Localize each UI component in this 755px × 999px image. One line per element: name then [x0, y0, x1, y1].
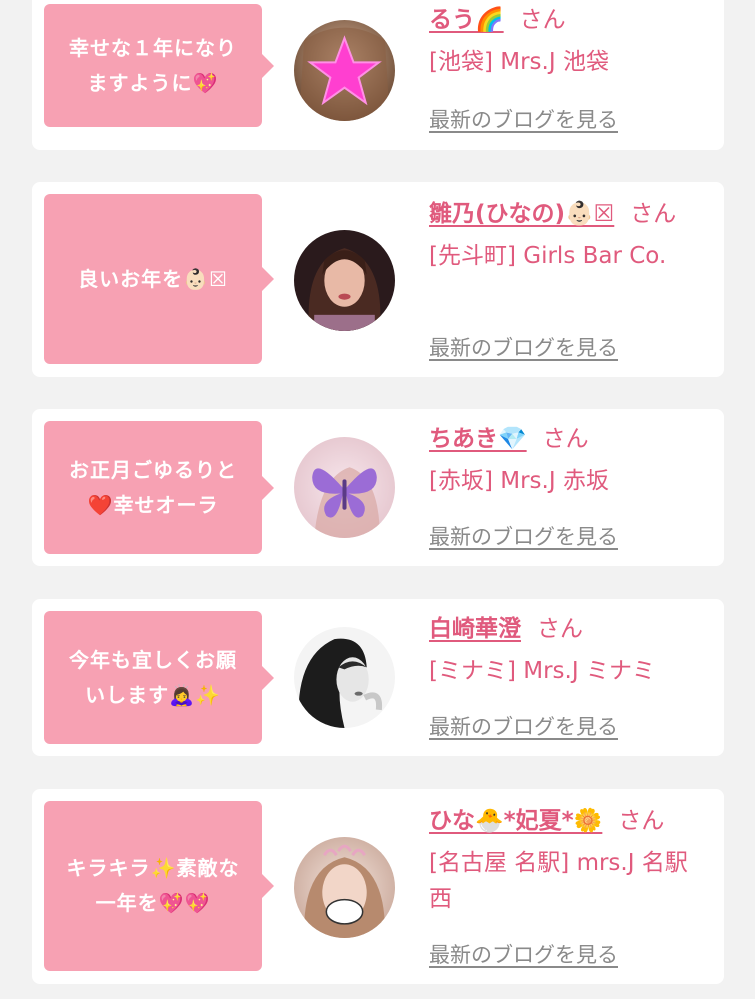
shop-name: [ミナミ] Mrs.J ミナミ [429, 658, 655, 684]
cast-card: キラキラ✨素敵な 一年を💖💖 ひな🐣*妃夏*🌼 さん [名古屋 名駅] mrs.J… [32, 789, 724, 984]
latest-blog-link[interactable]: 最新のブログを見る [429, 939, 618, 969]
message-text: 幸せな１年になり ますように💖 [69, 35, 237, 95]
honorific: さん [537, 616, 583, 642]
cast-name-link[interactable]: 白崎華澄 [429, 616, 521, 642]
cast-info: ちあき💎 さん [赤坂] Mrs.J 赤坂 [429, 421, 706, 499]
cast-info: 雛乃(ひなの)👶🏻☒ さん [先斗町] Girls Bar Co. [429, 196, 706, 274]
message-text: 良いお年を👶🏻☒ [78, 266, 228, 291]
monochrome-portrait-photo-icon [294, 627, 395, 728]
mask-portrait-photo-icon [294, 837, 395, 938]
message-bubble: 今年も宜しくお願 いします🙇‍♀️✨ [44, 611, 274, 744]
shop-name: [池袋] Mrs.J 池袋 [429, 49, 609, 75]
latest-blog-link[interactable]: 最新のブログを見る [429, 332, 618, 362]
cast-info: 白崎華澄 さん [ミナミ] Mrs.J ミナミ [429, 611, 706, 689]
cast-card: 良いお年を👶🏻☒ 雛乃(ひなの)👶🏻☒ さん [先斗町] Girls Bar Co… [32, 182, 724, 377]
avatar[interactable] [294, 20, 395, 121]
message-bubble: 良いお年を👶🏻☒ [44, 194, 274, 364]
avatar[interactable] [294, 837, 395, 938]
message-text: キラキラ✨素敵な 一年を💖💖 [66, 856, 240, 915]
honorific: さん [630, 201, 677, 227]
cast-card: お正月ごゆるりと ❤️幸せオーラ ちあき💎 さん [赤坂] Mrs.J 赤坂 最新… [32, 409, 724, 566]
message-bubble: お正月ごゆるりと ❤️幸せオーラ [44, 421, 274, 554]
cast-name-link[interactable]: ちあき💎 [429, 426, 527, 452]
cast-info: るう🌈 さん [池袋] Mrs.J 池袋 [429, 2, 706, 80]
latest-blog-link[interactable]: 最新のブログを見る [429, 104, 618, 134]
star-sticker-photo-icon [294, 20, 395, 121]
cast-name-link[interactable]: 雛乃(ひなの)👶🏻☒ [429, 201, 614, 227]
honorific: さん [519, 7, 566, 33]
honorific: さん [542, 426, 589, 452]
shop-name: [名古屋 名駅] mrs.J 名駅西 [429, 850, 688, 912]
cast-card: 今年も宜しくお願 いします🙇‍♀️✨ 白崎華澄 さん [ミナミ] Mrs.J ミナ… [32, 599, 724, 756]
shop-name: [先斗町] Girls Bar Co. [429, 243, 667, 269]
message-bubble: キラキラ✨素敵な 一年を💖💖 [44, 801, 274, 971]
latest-blog-link[interactable]: 最新のブログを見る [429, 521, 618, 551]
butterfly-sticker-photo-icon [294, 437, 395, 538]
message-text: 今年も宜しくお願 いします🙇‍♀️✨ [69, 647, 237, 707]
cast-name-link[interactable]: るう🌈 [429, 7, 504, 33]
latest-blog-link[interactable]: 最新のブログを見る [429, 711, 618, 741]
cast-card: 幸せな１年になり ますように💖 るう🌈 さん [池袋] Mrs.J 池袋 最新のブ… [32, 0, 724, 150]
avatar[interactable] [294, 627, 395, 728]
honorific: さん [618, 808, 665, 834]
portrait-photo-icon [294, 230, 395, 331]
avatar[interactable] [294, 230, 395, 331]
cast-info: ひな🐣*妃夏*🌼 さん [名古屋 名駅] mrs.J 名駅西 [429, 803, 706, 917]
message-bubble: 幸せな１年になり ますように💖 [44, 4, 274, 127]
cast-name-link[interactable]: ひな🐣*妃夏*🌼 [429, 808, 602, 834]
shop-name: [赤坂] Mrs.J 赤坂 [429, 468, 609, 494]
avatar[interactable] [294, 437, 395, 538]
message-text: お正月ごゆるりと ❤️幸せオーラ [69, 457, 237, 517]
